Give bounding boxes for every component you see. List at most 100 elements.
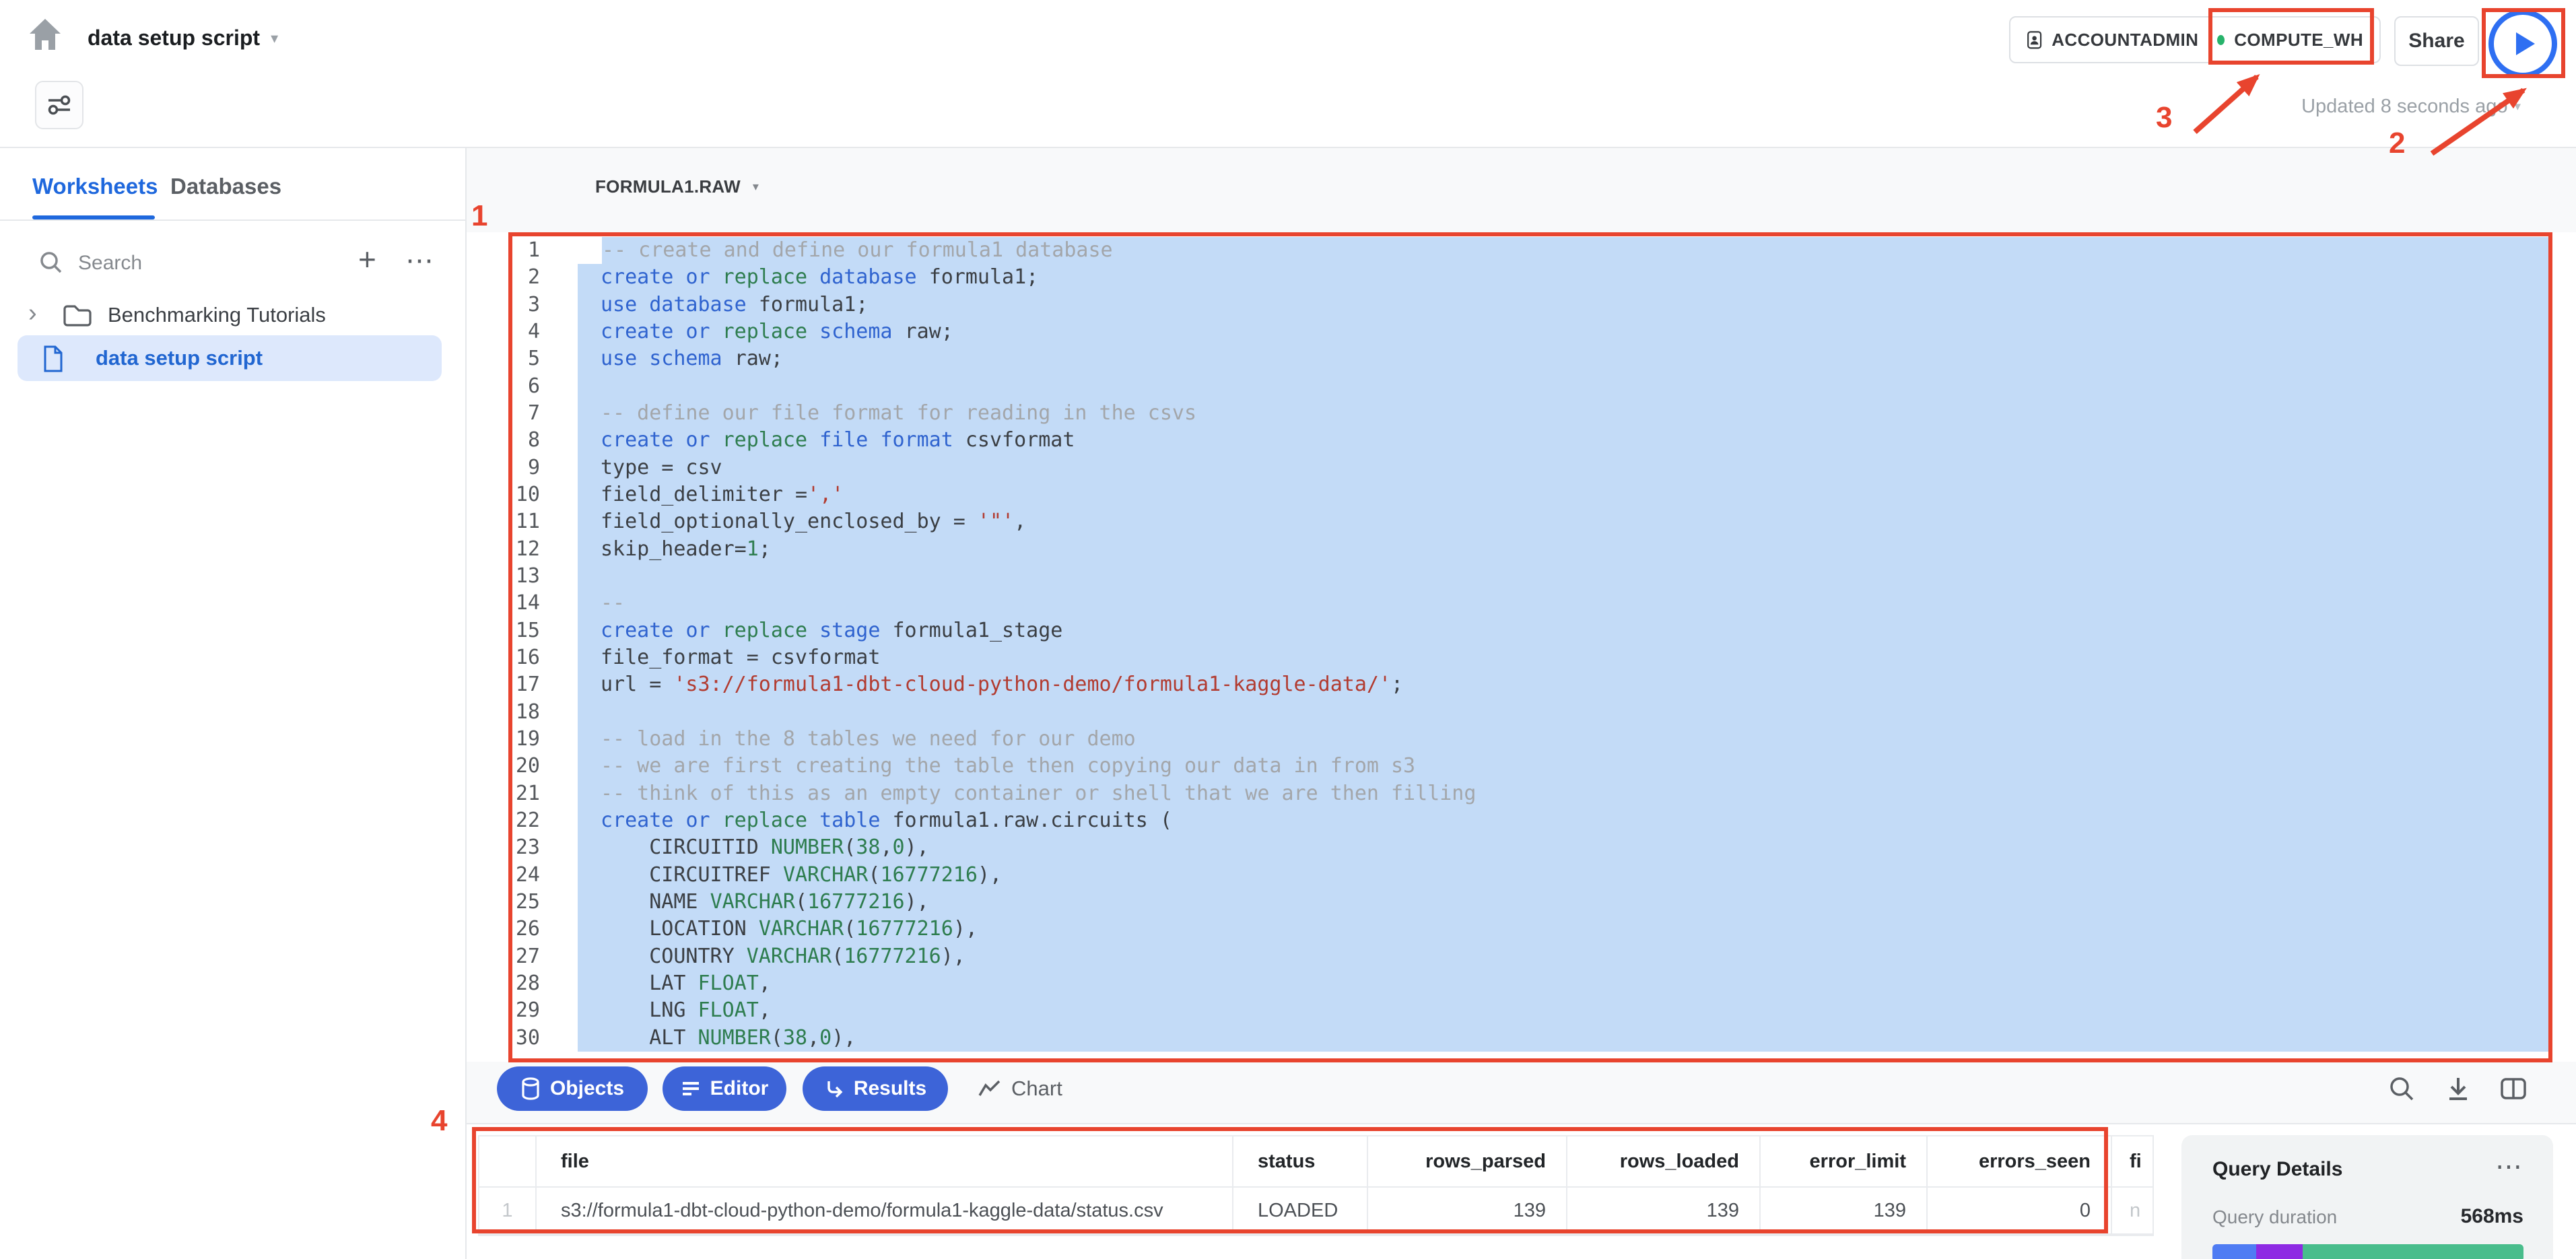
warehouse-status-dot [2217, 35, 2225, 45]
cell-error-limit: 139 [1761, 1188, 1928, 1233]
worksheet-filters-button[interactable] [35, 81, 83, 129]
cell-rows-loaded: 139 [1567, 1188, 1761, 1233]
database-context-dropdown[interactable]: FORMULA1.RAW ▾ [595, 176, 759, 197]
line-number: 15 [483, 617, 540, 644]
duration-bar-purple [2256, 1244, 2303, 1259]
line-number: 18 [483, 699, 540, 726]
return-arrow-icon [824, 1079, 844, 1099]
query-details-panel: Query Details ⋯ Query duration 568ms [2181, 1135, 2553, 1259]
home-icon[interactable] [26, 16, 65, 55]
table-row[interactable]: 1 s3://formula1-dbt-cloud-python-demo/fo… [479, 1188, 2153, 1235]
line-number: 25 [483, 889, 540, 916]
line-number: 9 [483, 454, 540, 481]
code-line: create or replace schema raw; [578, 318, 2549, 345]
worksheet-item-label: data setup script [96, 346, 263, 370]
line-number: 16 [483, 644, 540, 671]
col-rownum [479, 1136, 537, 1186]
line-number: 5 [483, 345, 540, 372]
chart-tab[interactable]: Chart [978, 1066, 1062, 1111]
tab-databases[interactable]: Databases [170, 174, 281, 199]
worksheet-search[interactable]: Search + ⋯ [0, 240, 467, 291]
split-view-icon[interactable] [2499, 1075, 2528, 1103]
col-rows-parsed: rows_parsed [1368, 1136, 1567, 1186]
editor-button[interactable]: Editor [663, 1066, 786, 1111]
query-duration-bar [2212, 1244, 2523, 1259]
code-line: use database formula1; [578, 292, 2549, 318]
add-worksheet-button[interactable]: + [358, 241, 376, 277]
row-number: 1 [479, 1188, 537, 1233]
chevron-down-icon: ▾ [753, 180, 759, 194]
cell-file: s3://formula1-dbt-cloud-python-demo/form… [537, 1188, 1233, 1233]
line-number: 13 [483, 563, 540, 590]
line-number: 6 [483, 373, 540, 400]
line-number: 4 [483, 318, 540, 345]
chevron-down-icon: ▾ [2514, 99, 2521, 114]
line-number: 22 [483, 807, 540, 834]
line-number: 2 [483, 264, 540, 291]
line-number: 28 [483, 970, 540, 997]
col-status: status [1233, 1136, 1368, 1186]
download-icon[interactable] [2444, 1075, 2472, 1103]
code-line: NAME VARCHAR(16777216), [578, 889, 2549, 916]
sliders-icon [46, 94, 73, 116]
code-line: use schema raw; [578, 345, 2549, 372]
chart-line-icon [978, 1079, 1002, 1099]
results-label: Results [854, 1077, 926, 1100]
line-number: 17 [483, 671, 540, 698]
code-line: LOCATION VARCHAR(16777216), [578, 916, 2549, 943]
line-number: 24 [483, 862, 540, 889]
line-number: 20 [483, 753, 540, 780]
table-header-row: file status rows_parsed rows_loaded erro… [479, 1136, 2153, 1188]
code-line: ALT NUMBER(38,0), [578, 1025, 2549, 1052]
chevron-right-icon: › [28, 299, 37, 328]
results-button[interactable]: Results [803, 1066, 948, 1111]
line-number: 27 [483, 943, 540, 970]
worksheet-title-dropdown[interactable]: data setup script ▾ [88, 26, 278, 50]
run-button[interactable] [2488, 9, 2557, 78]
line-number: 29 [483, 997, 540, 1024]
share-button[interactable]: Share [2394, 16, 2479, 66]
sidebar-item-data-setup-script[interactable]: data setup script [18, 335, 442, 381]
line-number: 23 [483, 834, 540, 861]
cell-status: LOADED [1233, 1188, 1368, 1233]
code-line: -- create and define our formula1 databa… [602, 237, 2549, 264]
code-line: create or replace database formula1; [578, 264, 2549, 291]
search-placeholder: Search [78, 252, 142, 275]
tab-divider [0, 219, 467, 221]
role-warehouse-selector[interactable]: ACCOUNTADMIN COMPUTE_WH [2009, 16, 2381, 63]
code-line: -- [578, 590, 2549, 617]
search-results-icon[interactable] [2387, 1075, 2416, 1103]
objects-button[interactable]: Objects [497, 1066, 648, 1111]
text-lines-icon [681, 1079, 701, 1099]
code-line: field_delimiter =',' [578, 481, 2549, 508]
updated-status-dropdown[interactable]: Updated 8 seconds ago ▾ [2301, 96, 2521, 118]
updated-text: Updated 8 seconds ago [2301, 96, 2507, 118]
sidebar-folder-benchmarking-tutorials[interactable]: › Benchmarking Tutorials [0, 298, 467, 338]
line-number: 8 [483, 427, 540, 454]
line-gutter: 1234567891011121314151617181920212223242… [483, 237, 540, 1052]
query-details-title: Query Details [2212, 1158, 2342, 1181]
code-line [578, 563, 2549, 590]
line-number: 10 [483, 481, 540, 508]
line-number: 7 [483, 400, 540, 427]
share-label: Share [2408, 30, 2464, 53]
code-line [578, 373, 2549, 400]
code-line: create or replace table formula1.raw.cir… [578, 807, 2549, 834]
line-number: 12 [483, 536, 540, 563]
code-line: url = 's3://formula1-dbt-cloud-python-de… [578, 671, 2549, 698]
warehouse-name: COMPUTE_WH [2234, 30, 2363, 50]
code-line [578, 699, 2549, 726]
objects-label: Objects [550, 1077, 624, 1100]
code-line: COUNTRY VARCHAR(16777216), [578, 943, 2549, 970]
line-number: 3 [483, 292, 540, 318]
col-rows-loaded: rows_loaded [1567, 1136, 1761, 1186]
sidebar-more-button[interactable]: ⋯ [405, 244, 435, 277]
query-duration-label: Query duration [2212, 1206, 2337, 1228]
context-label: FORMULA1.RAW [595, 176, 741, 197]
code-line: CIRCUITREF VARCHAR(16777216), [578, 862, 2549, 889]
query-details-more-button[interactable]: ⋯ [2495, 1151, 2523, 1182]
folder-label: Benchmarking Tutorials [108, 303, 326, 327]
code-line: field_optionally_enclosed_by = '"', [578, 508, 2549, 535]
code-lines[interactable]: -- create and define our formula1 databa… [578, 237, 2549, 1052]
tab-worksheets[interactable]: Worksheets [32, 174, 158, 199]
